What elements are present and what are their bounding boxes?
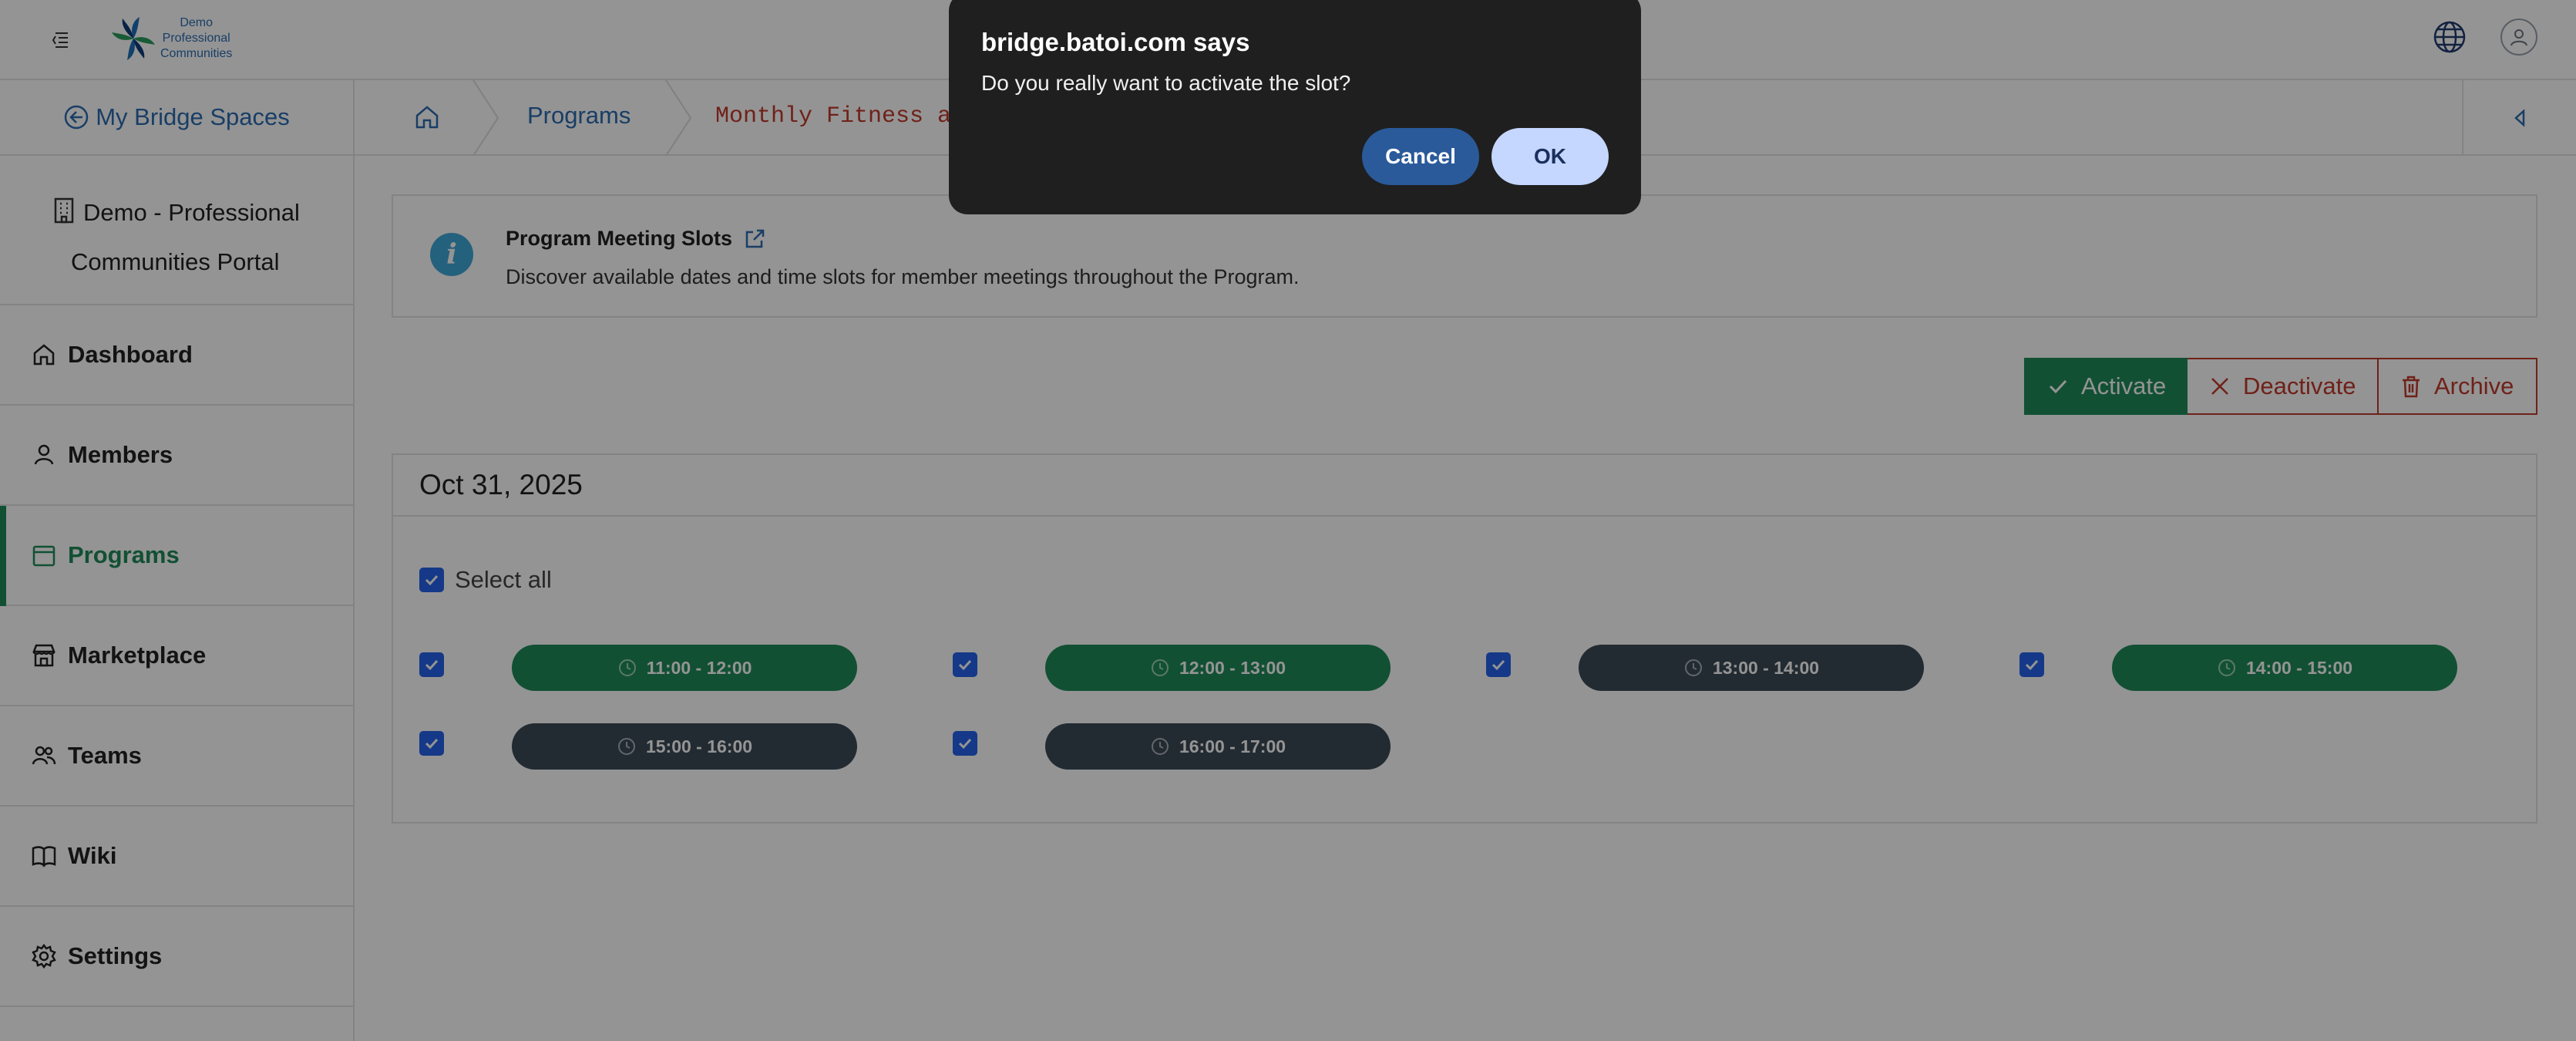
cancel-button[interactable]: Cancel (1362, 128, 1479, 185)
confirm-dialog: bridge.batoi.com says Do you really want… (949, 0, 1641, 214)
dialog-message: Do you really want to activate the slot? (981, 71, 1351, 95)
ok-button[interactable]: OK (1491, 128, 1609, 185)
dialog-title: bridge.batoi.com says (981, 28, 1250, 56)
